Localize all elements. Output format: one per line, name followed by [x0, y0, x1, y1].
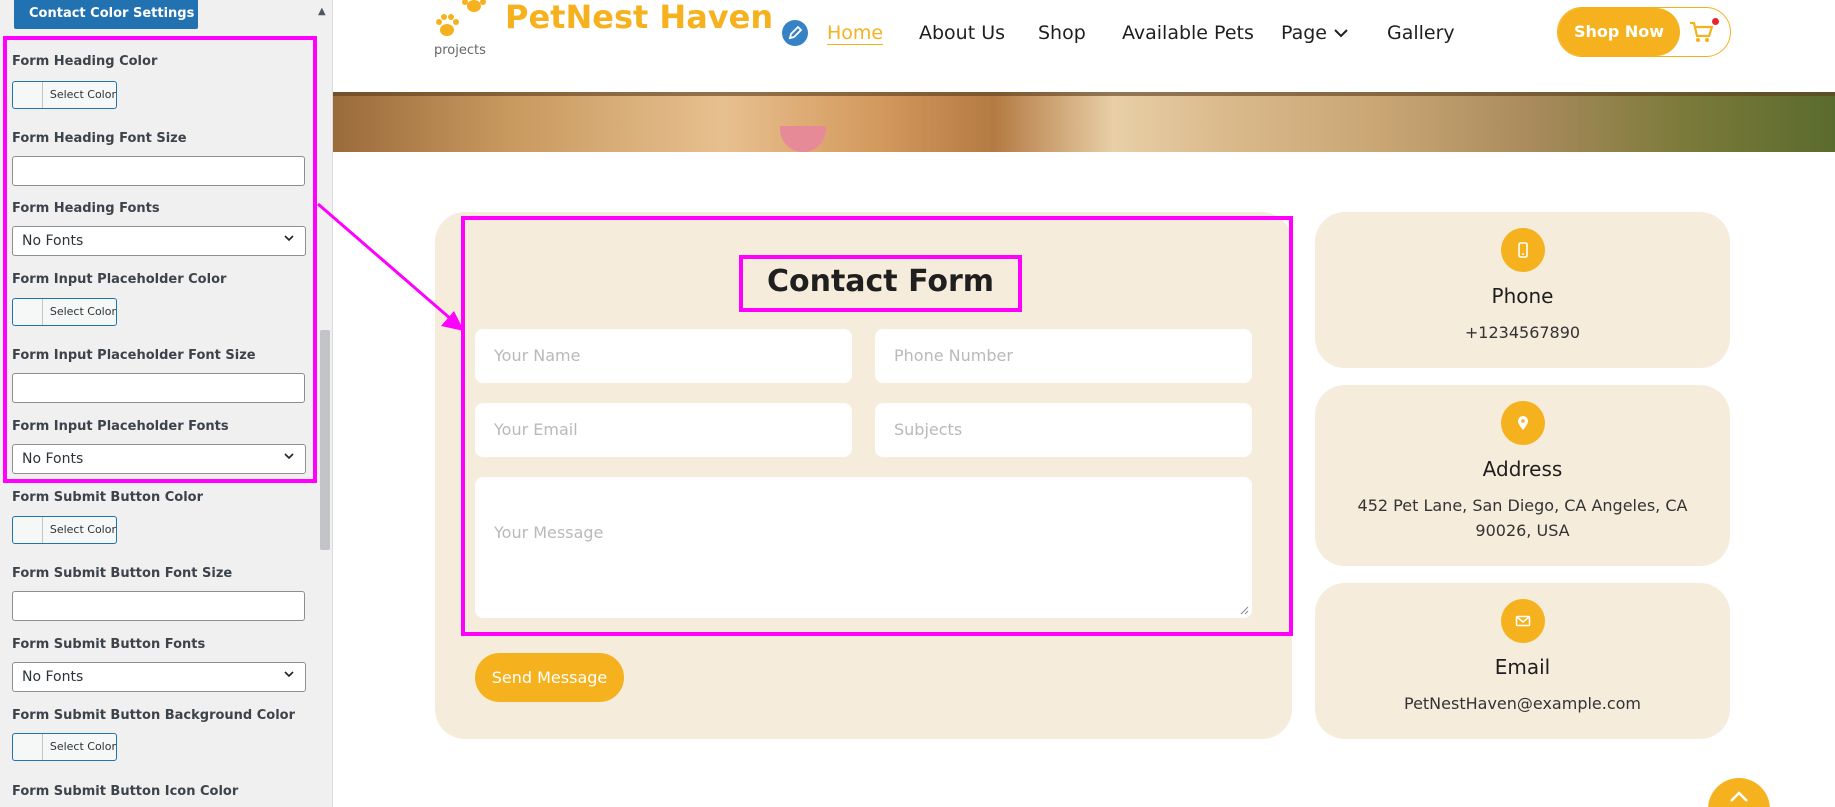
- collapse-up-icon[interactable]: ▲: [318, 6, 326, 17]
- email-card: Email PetNestHaven@example.com: [1315, 583, 1730, 739]
- cart-icon[interactable]: [1689, 21, 1713, 43]
- nav-gallery[interactable]: Gallery: [1387, 22, 1455, 44]
- form-submit-button-fonts-label: Form Submit Button Fonts: [12, 637, 206, 652]
- envelope-icon: [1501, 599, 1545, 643]
- color-swatch: [13, 734, 43, 760]
- shop-now-button[interactable]: Shop Now: [1558, 8, 1680, 56]
- nav-page[interactable]: Page: [1281, 22, 1349, 44]
- phone-icon: [1501, 228, 1545, 272]
- chevron-down-icon: [1334, 29, 1348, 38]
- form-submit-button-font-size-input[interactable]: [12, 591, 305, 621]
- site-logo-subtitle: projects: [434, 43, 486, 58]
- form-submit-button-font-size-label: Form Submit Button Font Size: [12, 566, 233, 581]
- color-swatch: [13, 517, 43, 543]
- address-card-text: 452 Pet Lane, San Diego, CA Angeles, CA …: [1357, 496, 1688, 540]
- select-color-label: Select Color: [49, 740, 116, 753]
- phone-card-title: Phone: [1491, 284, 1554, 308]
- address-card-title: Address: [1482, 457, 1563, 481]
- select-color-label: Select Color: [49, 523, 116, 536]
- nav-home[interactable]: Home: [827, 22, 883, 44]
- send-message-button[interactable]: Send Message: [475, 653, 624, 702]
- form-submit-button-bg-color-picker[interactable]: Select Color: [12, 733, 117, 761]
- sidebar-highlight-box: [3, 36, 317, 483]
- scroll-to-top-button[interactable]: [1708, 778, 1770, 807]
- email-card-text: PetNestHaven@example.com: [1403, 694, 1642, 713]
- form-submit-button-icon-color-label: Form Submit Button Icon Color: [12, 784, 239, 799]
- site-preview: PetNest Haven projects Home About Us Sho…: [333, 0, 1835, 807]
- address-card: Address 452 Pet Lane, San Diego, CA Ange…: [1315, 385, 1730, 566]
- phone-card-text: +1234567890: [1464, 323, 1581, 342]
- title-highlight-box: [739, 255, 1022, 312]
- form-submit-button-bg-color-label: Form Submit Button Background Color: [12, 708, 296, 723]
- edit-pencil-icon[interactable]: [782, 20, 808, 46]
- site-logo-title[interactable]: PetNest Haven: [505, 0, 773, 36]
- nav-about-us[interactable]: About Us: [919, 22, 1005, 44]
- sidebar-scrollbar[interactable]: [320, 330, 330, 550]
- location-pin-icon: [1501, 401, 1545, 445]
- phone-card: Phone +1234567890: [1315, 212, 1730, 368]
- form-submit-button-color-picker[interactable]: Select Color: [12, 516, 117, 544]
- nav-shop[interactable]: Shop: [1038, 22, 1086, 44]
- form-submit-button-color-label: Form Submit Button Color: [12, 490, 204, 505]
- email-card-title: Email: [1494, 655, 1551, 679]
- nav-page-label: Page: [1281, 22, 1327, 44]
- form-submit-button-fonts-select[interactable]: No Fonts: [12, 662, 306, 692]
- section-title-button[interactable]: Contact Color Settings: [14, 0, 198, 29]
- customizer-sidebar: Contact Color Settings ▲ Form Heading Co…: [0, 0, 333, 807]
- chevron-down-icon: [284, 671, 294, 678]
- hero-banner-image: [333, 92, 1835, 152]
- select-value: No Fonts: [22, 669, 84, 685]
- chevron-up-icon: [1730, 791, 1748, 802]
- nav-available-pets[interactable]: Available Pets: [1122, 22, 1254, 44]
- cart-badge-dot: [1712, 18, 1719, 25]
- paw-logo-icon: [436, 0, 486, 36]
